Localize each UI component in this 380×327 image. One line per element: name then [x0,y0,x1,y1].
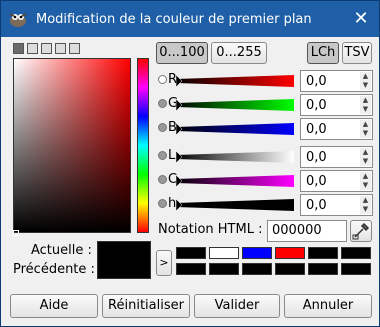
history-swatch[interactable] [242,247,272,259]
cmyk-selector-icon[interactable] [27,43,38,54]
lch-button[interactable]: LCh [307,42,339,64]
channel-slider[interactable] [176,151,294,163]
channel-value-spinbox[interactable]: 0,0 ▲ ▼ [300,94,373,116]
channel-value-spinbox[interactable]: 0,0 ▲ ▼ [300,170,373,192]
channel-row-b: B 0,0 ▲ ▼ [158,118,373,140]
channel-row-l: L 0,0 ▲ ▼ [158,146,373,168]
history-swatch[interactable] [308,263,338,275]
history-toggle-button[interactable]: > [156,250,172,276]
spin-down-icon[interactable]: ▼ [360,129,371,138]
channel-radio[interactable] [158,151,167,160]
channel-value: 0,0 [306,74,327,89]
channel-row-g: G 0,0 ▲ ▼ [158,94,373,116]
channel-slider[interactable] [176,99,294,111]
reset-button[interactable]: Réinitialiser [102,294,190,318]
channel-row-c: C 0,0 ▲ ▼ [158,170,373,192]
channel-radio[interactable] [158,175,167,184]
history-swatch[interactable] [275,263,305,275]
history-swatch[interactable] [275,247,305,259]
color-field[interactable] [13,58,131,233]
hue-strip[interactable] [137,58,149,233]
spin-down-icon[interactable]: ▼ [360,157,371,166]
spin-down-icon[interactable]: ▼ [360,105,371,114]
eyedropper-icon [352,222,370,240]
channel-value: 0,0 [306,198,327,213]
color-field-marker[interactable] [13,230,19,236]
html-notation-input[interactable]: 000000 [267,220,347,242]
previous-label: Précédente : [13,262,95,277]
spin-up-icon[interactable]: ▲ [360,196,371,205]
window-title: Modification de la couleur de premier pl… [36,11,312,27]
current-color-swatch [97,241,151,279]
channel-radio[interactable] [158,123,167,132]
channel-slider[interactable] [176,75,294,87]
channel-value: 0,0 [306,122,327,137]
history-swatch[interactable] [341,247,371,259]
spin-up-icon[interactable]: ▲ [360,96,371,105]
spin-down-icon[interactable]: ▼ [360,81,371,90]
tsv-button[interactable]: TSV [342,42,372,64]
scales-selector-icon[interactable] [41,43,52,54]
spin-up-icon[interactable]: ▲ [360,120,371,129]
channel-row-r: R 0,0 ▲ ▼ [158,70,373,92]
color-picker-button[interactable] [350,220,372,242]
history-swatch[interactable] [176,263,206,275]
channel-label: h [168,196,177,211]
channel-value: 0,0 [306,150,327,165]
channel-radio[interactable] [158,199,167,208]
channel-radio[interactable] [158,75,167,84]
channel-slider[interactable] [176,123,294,135]
channel-slider[interactable] [176,175,294,187]
ok-button[interactable]: Valider [194,294,280,318]
spin-up-icon[interactable]: ▲ [360,148,371,157]
watercolor-selector-icon[interactable] [69,43,80,54]
spin-up-icon[interactable]: ▲ [360,72,371,81]
cancel-button[interactable]: Annuler [284,294,372,318]
history-swatch[interactable] [209,247,239,259]
spin-down-icon[interactable]: ▼ [360,205,371,214]
history-swatch[interactable] [176,247,206,259]
color-dialog: Modification de la couleur de premier pl… [0,0,380,327]
channel-value: 0,0 [306,98,327,113]
range-0-255-button[interactable]: 0...255 [211,42,267,64]
selector-mode-tabs [13,43,80,54]
gimp-icon [9,13,27,27]
channel-radio[interactable] [158,99,167,108]
spin-down-icon[interactable]: ▼ [360,181,371,190]
range-0-100-button[interactable]: 0...100 [156,42,208,64]
current-label: Actuelle : [31,243,92,258]
title-bar: Modification de la couleur de premier pl… [1,1,379,37]
gimp-selector-icon[interactable] [13,43,24,54]
history-swatch[interactable] [341,263,371,275]
history-swatch[interactable] [308,247,338,259]
channel-value: 0,0 [306,174,327,189]
spin-up-icon[interactable]: ▲ [360,172,371,181]
history-swatch[interactable] [209,263,239,275]
channel-label: L [168,148,176,163]
channel-value-spinbox[interactable]: 0,0 ▲ ▼ [300,70,373,92]
channel-slider[interactable] [176,199,294,211]
wheel-selector-icon[interactable] [55,43,66,54]
help-button[interactable]: Aide [10,294,98,318]
close-icon[interactable]: ✕ [351,9,371,29]
html-notation-label: Notation HTML : [158,222,263,237]
history-swatch[interactable] [242,263,272,275]
channel-value-spinbox[interactable]: 0,0 ▲ ▼ [300,118,373,140]
channel-value-spinbox[interactable]: 0,0 ▲ ▼ [300,146,373,168]
channel-row-h: h 0,0 ▲ ▼ [158,194,373,216]
color-history [176,247,372,275]
channel-value-spinbox[interactable]: 0,0 ▲ ▼ [300,194,373,216]
